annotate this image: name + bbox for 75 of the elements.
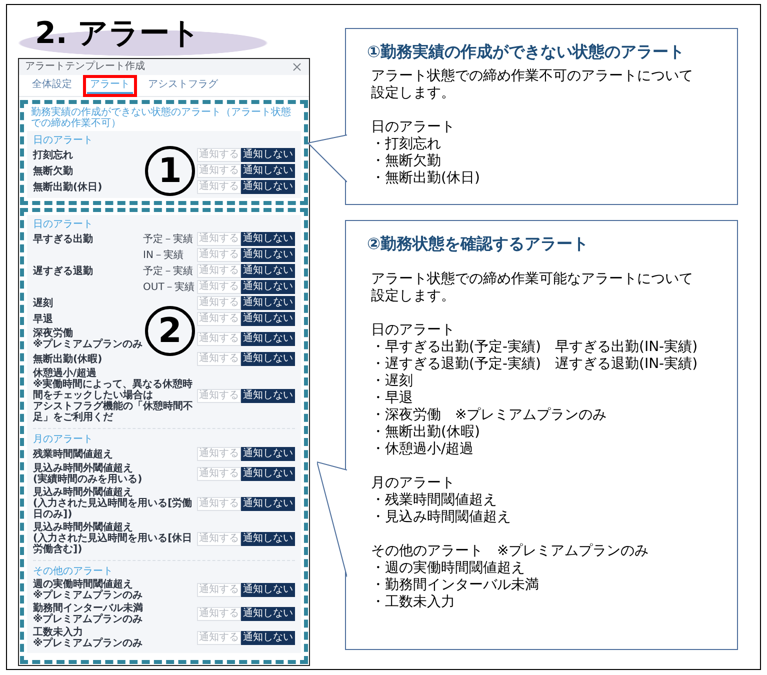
toggle-option[interactable]: 通知しない bbox=[241, 280, 295, 294]
toggle-option[interactable]: 通知しない bbox=[241, 388, 295, 402]
callout-group-heading: 日のアラート bbox=[371, 322, 456, 339]
callout-list-item: ・深夜労働 ※プレミアムプランのみ bbox=[371, 407, 608, 424]
callout-list-item: ・勤務間インターバル未満 bbox=[371, 577, 540, 594]
callout-text: アラート状態での締め作業可能なアラートについて設定します。 bbox=[371, 271, 694, 305]
callout-list-item: ・早退 bbox=[371, 390, 414, 407]
alert-label: 早すぎる出勤 bbox=[33, 234, 93, 244]
alert-label: 早退 bbox=[33, 314, 53, 324]
alert-label: 見込み時間外閾値超え (実績時間のみを用いる) bbox=[33, 463, 142, 485]
close-icon[interactable] bbox=[293, 63, 301, 71]
group-heading: 月のアラート bbox=[33, 434, 94, 445]
callout-list-item: ・工数未入力 bbox=[371, 594, 456, 611]
alert-label: 工数未入力 ※プレミアムプランのみ bbox=[33, 627, 143, 649]
alert-label: 遅すぎる退勤 bbox=[33, 266, 93, 276]
callout-group-heading: 月のアラート bbox=[371, 475, 456, 492]
section-heading: 勤務実績の作成ができない状態のアラート（アラート状態での締め作業不可） bbox=[31, 107, 292, 129]
toggle-option[interactable]: 通知しない bbox=[241, 180, 295, 194]
callout-group-heading: その他のアラート ※プレミアムプランのみ bbox=[371, 543, 650, 560]
toggle-option[interactable]: 通知しない bbox=[241, 232, 295, 246]
toggle-option[interactable]: 通知しない bbox=[241, 248, 295, 262]
alert-label: 勤務間インターバル未満 ※プレミアムプランのみ bbox=[33, 603, 143, 625]
toggle-option[interactable]: 通知しない bbox=[241, 296, 295, 310]
callout-title: ①勤務実績の作成ができない状態のアラート bbox=[367, 42, 686, 62]
group-heading: 日のアラート bbox=[33, 135, 94, 146]
alert-label: 遅刻 bbox=[33, 298, 53, 308]
callout-list-item: ・遅刻 bbox=[371, 373, 414, 390]
toggle-option[interactable]: 通知しない bbox=[241, 332, 295, 346]
alert-label: 週の実働時間閾値超え ※プレミアムプランのみ bbox=[33, 579, 143, 601]
toggle-option[interactable]: 通知しない bbox=[241, 607, 295, 621]
callout-list-item: ・遅すぎる退勤(予定-実績) 遅すぎる退勤(IN-実績) bbox=[371, 356, 699, 373]
callout-list-item: ・見込み時間閾値超え bbox=[371, 509, 512, 526]
tab[interactable]: アラート bbox=[87, 78, 133, 94]
alert-label: 見込み時間外閾値超え (入力された見込時間を用いる[休日労働含む]) bbox=[33, 522, 194, 555]
callout-list-item: ・無断出勤(休暇) bbox=[371, 424, 481, 441]
alert-label: 深夜労働 ※プレミアムプランのみ bbox=[33, 328, 143, 350]
callout-title: ②勤務状態を確認するアラート bbox=[367, 234, 590, 254]
toggle-option[interactable]: 通知しない bbox=[241, 447, 295, 461]
alert-label: 見込み時間外閾値超え (入力された見込時間を用いる[労働日のみ]) bbox=[33, 487, 194, 520]
step-number-marker: 1 bbox=[145, 146, 195, 196]
toggle-option[interactable]: 通知しない bbox=[241, 312, 295, 326]
toggle-option[interactable]: 通知しない bbox=[241, 467, 295, 481]
comparison-label: IN－実績 bbox=[143, 250, 184, 260]
tab[interactable]: 全体設定 bbox=[29, 78, 75, 94]
alert-label: 残業時間閾値超え bbox=[33, 448, 113, 460]
toggle-option[interactable]: 通知しない bbox=[241, 164, 295, 178]
callout-text: アラート状態での締め作業不可のアラートについて設定します。 bbox=[371, 68, 694, 102]
group-heading: 日のアラート bbox=[33, 219, 94, 230]
alert-label: 無断出勤(休暇) bbox=[33, 354, 102, 364]
callout-list-item: ・無断欠勤 bbox=[371, 153, 442, 170]
callout-list-item: ・残業時間閾値超え bbox=[371, 492, 498, 509]
callout-list-item: ・休憩過小/超過 bbox=[371, 441, 475, 458]
group-heading: その他のアラート bbox=[33, 566, 114, 577]
callout-list-item: ・無断出勤(休日) bbox=[371, 170, 481, 187]
toggle-option[interactable]: 通知しない bbox=[241, 148, 295, 162]
callout-list-item: ・週の実働時間閾値超え bbox=[371, 560, 526, 577]
alert-label: 無断出勤(休日) bbox=[33, 182, 102, 192]
toggle-option[interactable]: 通知しない bbox=[241, 631, 295, 645]
callout-group-heading: 日のアラート bbox=[371, 119, 456, 136]
toggle-option[interactable]: 通知しない bbox=[241, 496, 295, 510]
step-number-marker: 2 bbox=[145, 306, 195, 356]
alert-label: 打刻忘れ bbox=[33, 150, 73, 160]
comparison-label: 予定－実績 bbox=[143, 266, 193, 276]
dialog-title: アラートテンプレート作成 bbox=[25, 61, 145, 73]
toggle-option[interactable]: 通知しない bbox=[241, 352, 295, 366]
alert-label: 無断欠勤 bbox=[33, 166, 73, 176]
comparison-label: 予定－実績 bbox=[143, 234, 193, 244]
comparison-label: OUT－実績 bbox=[143, 282, 194, 292]
alert-label: 休憩過小/超過 ※実働時間によって、異なる休憩時間をチェックしたい場合は アシストフラグ機能の「休憩時間不足」をご利用くだ bbox=[33, 368, 194, 423]
toggle-option[interactable]: 通知しない bbox=[241, 264, 295, 278]
toggle-option[interactable]: 通知しない bbox=[241, 532, 295, 546]
tab[interactable]: アシストフラグ bbox=[145, 78, 221, 94]
toggle-option[interactable]: 通知しない bbox=[241, 583, 295, 597]
callout-list-item: ・打刻忘れ bbox=[371, 136, 442, 153]
callout-list-item: ・早すぎる出勤(予定-実績) 早すぎる出勤(IN-実績) bbox=[371, 339, 699, 356]
